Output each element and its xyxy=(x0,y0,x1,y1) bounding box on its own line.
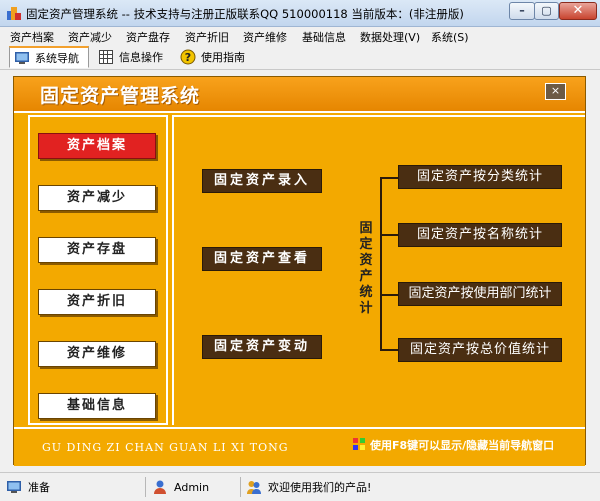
connector-branch xyxy=(380,234,398,236)
menu-asset-archive[interactable]: 资产档案 xyxy=(10,29,54,45)
tab-bar: 系统导航 信息操作 ? 使用指南 xyxy=(0,45,600,70)
status-welcome-text: 欢迎使用我们的产品! xyxy=(268,481,372,494)
f8-hint-text: 使用F8键可以显示/隐藏当前导航窗口 xyxy=(370,439,555,452)
side-button-asset-depreciation[interactable]: 资产折旧 xyxy=(38,289,156,315)
monitor-icon xyxy=(7,481,21,493)
stats-by-value-button[interactable]: 固定资产按总价值统计 xyxy=(398,338,562,362)
status-bar: 准备 Admin 欢迎使用我们的产品! xyxy=(0,472,600,501)
side-button-asset-reduce[interactable]: 资产减少 xyxy=(38,185,156,211)
side-button-asset-inventory[interactable]: 资产存盘 xyxy=(38,237,156,263)
menu-asset-inventory[interactable]: 资产盘存 xyxy=(126,29,170,45)
svg-text:?: ? xyxy=(185,51,191,64)
tab-label: 系统导航 xyxy=(35,51,79,65)
minimize-button[interactable]: – xyxy=(509,2,535,20)
stats-by-department-button[interactable]: 固定资产按使用部门统计 xyxy=(398,282,562,306)
monitor-icon xyxy=(14,50,30,66)
pinyin-caption: GU DING ZI CHAN GUAN LI XI TONG xyxy=(42,441,289,454)
keyboard-hint-icon xyxy=(353,438,365,450)
grid-icon xyxy=(98,49,114,65)
tab-label: 信息操作 xyxy=(119,51,163,64)
status-divider xyxy=(145,477,146,497)
nav-header: 固定资产管理系统 × xyxy=(14,77,585,113)
nav-footer: GU DING ZI CHAN GUAN LI XI TONG 使用F8键可以显… xyxy=(14,427,585,466)
close-window-button[interactable]: ✕ xyxy=(559,2,597,20)
side-button-asset-archive[interactable]: 资产档案 xyxy=(38,133,156,159)
tab-system-nav[interactable]: 系统导航 xyxy=(9,46,89,68)
asset-change-button[interactable]: 固定资产变动 xyxy=(202,335,322,359)
menu-bar: 资产档案 资产减少 资产盘存 资产折旧 资产维修 基础信息 数据处理(V) 系统… xyxy=(0,27,600,45)
asset-entry-button[interactable]: 固定资产录入 xyxy=(202,169,322,193)
tab-info-ops[interactable]: 信息操作 xyxy=(94,46,172,68)
status-ready-text: 准备 xyxy=(28,481,50,494)
asset-view-button[interactable]: 固定资产查看 xyxy=(202,247,322,271)
stats-by-category-button[interactable]: 固定资产按分类统计 xyxy=(398,165,562,189)
status-user: Admin xyxy=(152,477,209,497)
side-panel: 资产档案 资产减少 资产存盘 资产折旧 资产维修 基础信息 xyxy=(28,115,168,425)
side-button-asset-repair[interactable]: 资产维修 xyxy=(38,341,156,367)
connector-vertical xyxy=(380,177,382,351)
menu-base-info[interactable]: 基础信息 xyxy=(302,29,346,45)
app-icon xyxy=(7,7,21,20)
maximize-button[interactable]: ▢ xyxy=(534,2,559,20)
status-ready: 准备 xyxy=(6,477,50,497)
user-icon xyxy=(154,480,166,494)
connector-branch xyxy=(380,177,398,179)
help-icon: ? xyxy=(180,49,196,65)
nav-title: 固定资产管理系统 xyxy=(40,85,201,107)
menu-system[interactable]: 系统(S) xyxy=(431,29,469,45)
menu-asset-repair[interactable]: 资产维修 xyxy=(243,29,287,45)
connector-branch xyxy=(380,349,398,351)
tab-user-guide[interactable]: ? 使用指南 xyxy=(176,46,256,68)
stats-by-name-button[interactable]: 固定资产按名称统计 xyxy=(398,223,562,247)
close-icon: ✕ xyxy=(572,3,584,18)
menu-asset-reduce[interactable]: 资产减少 xyxy=(68,29,112,45)
maximize-icon: ▢ xyxy=(541,4,552,17)
minimize-icon: – xyxy=(519,4,525,17)
nav-close-button[interactable]: × xyxy=(545,83,566,100)
connector-branch xyxy=(380,294,398,296)
close-icon: × xyxy=(550,84,561,97)
status-user-text: Admin xyxy=(174,480,210,494)
navigation-window: 固定资产管理系统 × 资产档案 资产减少 资产存盘 资产折旧 资产维修 基础信息… xyxy=(13,76,586,466)
title-bar: 固定资产管理系统 -- 技术支持与注册正版联系QQ 510000118 当前版本… xyxy=(0,0,600,27)
status-divider xyxy=(240,477,241,497)
menu-asset-depreciation[interactable]: 资产折旧 xyxy=(185,29,229,45)
status-welcome: 欢迎使用我们的产品! xyxy=(246,477,371,497)
window-title: 固定资产管理系统 -- 技术支持与注册正版联系QQ 510000118 当前版本… xyxy=(26,7,464,21)
stats-label: 固定资产统计 xyxy=(359,221,373,316)
content-panel: 固定资产录入 固定资产查看 固定资产变动 固定资产统计 固定资产按分类统计 固定… xyxy=(172,115,585,425)
tab-label: 使用指南 xyxy=(201,51,245,64)
menu-data-processing[interactable]: 数据处理(V) xyxy=(360,29,420,45)
people-icon xyxy=(247,481,261,494)
side-button-base-info[interactable]: 基础信息 xyxy=(38,393,156,419)
